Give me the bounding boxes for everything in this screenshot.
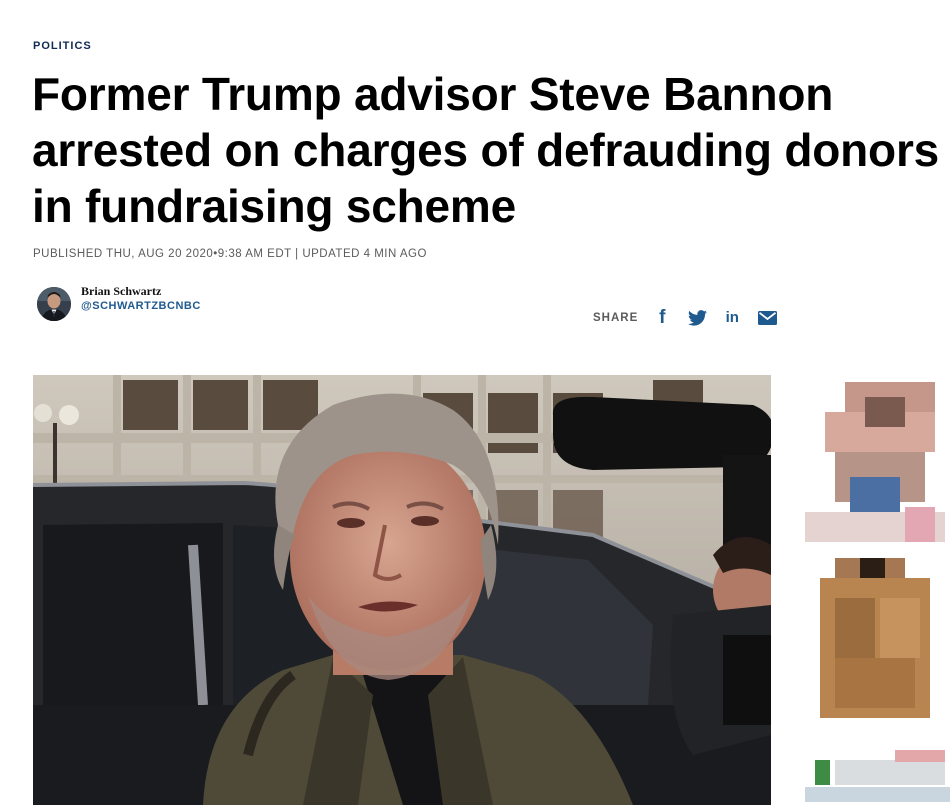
sidebar-thumbnail-2[interactable] — [815, 558, 935, 718]
linkedin-icon: in — [725, 309, 739, 326]
linkedin-share-button[interactable]: in — [722, 308, 742, 328]
share-bar: SHARE f in — [593, 306, 777, 330]
sidebar-thumbnail-1[interactable] — [805, 382, 945, 542]
twitter-icon — [687, 310, 707, 326]
twitter-share-button[interactable] — [687, 308, 707, 328]
facebook-icon: f — [659, 307, 666, 328]
share-label: SHARE — [593, 312, 639, 324]
section-label[interactable]: POLITICS — [33, 40, 92, 52]
email-share-button[interactable] — [757, 308, 777, 328]
sidebar-thumbnail-3[interactable] — [805, 745, 950, 805]
facebook-share-button[interactable]: f — [652, 308, 672, 328]
article-hero-photo — [33, 375, 771, 805]
email-icon — [757, 311, 777, 325]
author-name[interactable]: Brian Schwartz — [81, 284, 161, 299]
headline: Former Trump advisor Steve Bannon arrest… — [32, 68, 940, 232]
author-avatar[interactable] — [37, 287, 71, 321]
author-twitter-handle[interactable]: @SCHWARTZBCNBC — [81, 300, 201, 312]
publish-timestamp: PUBLISHED THU, AUG 20 2020•9:38 AM EDT |… — [33, 248, 427, 260]
